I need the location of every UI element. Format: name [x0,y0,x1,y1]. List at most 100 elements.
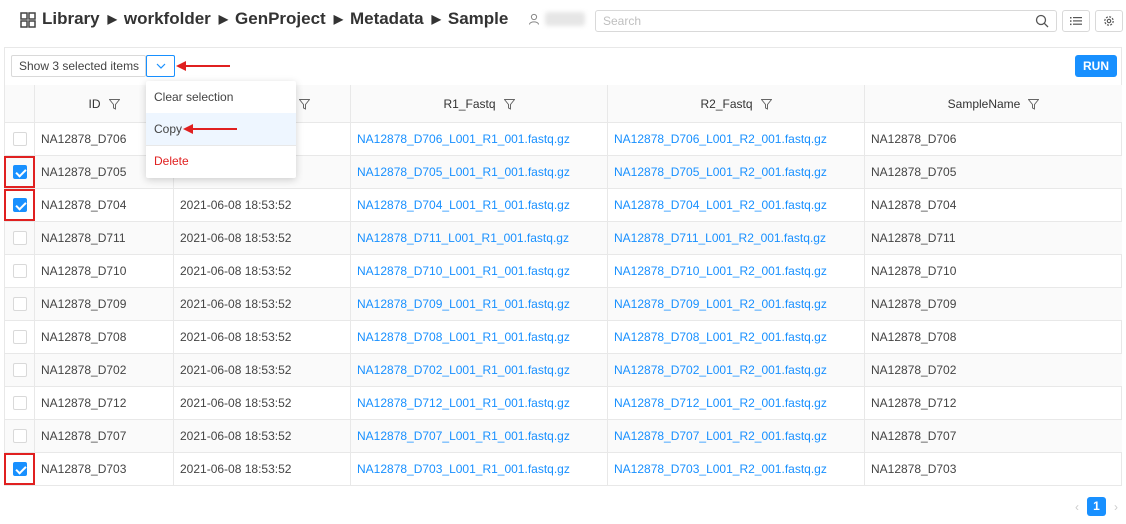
header-r1-fastq-label: R1_Fastq [443,97,496,111]
cell-r2-fastq[interactable]: NA12878_D709_L001_R2_001.fastq.gz [608,288,865,320]
row-select-cell [5,288,35,320]
breadcrumb: Library ▶ workfolder ▶ GenProject ▶ Meta… [42,9,508,29]
cell-created-date: 2021-06-08 18:53:52 [174,255,351,287]
cell-r1-fastq[interactable]: NA12878_D705_L001_R1_001.fastq.gz [351,156,608,188]
annotation-highlight-box [4,189,35,221]
annotation-arrow-icon [176,61,230,71]
row-checkbox[interactable] [13,363,27,377]
cell-r2-fastq[interactable]: NA12878_D704_L001_R2_001.fastq.gz [608,189,865,221]
row-checkbox[interactable] [13,429,27,443]
table-row[interactable]: NA12878_D712 2021-06-08 18:53:52 NA12878_D… [5,387,1122,420]
cell-r1-fastq[interactable]: NA12878_D708_L001_R1_001.fastq.gz [351,321,608,353]
cell-sample-name: NA12878_D711 [871,231,956,245]
cell-sample-name: NA12878_D705 [871,165,957,179]
search-icon[interactable] [1035,14,1049,28]
chevron-left-icon[interactable]: ‹ [1070,500,1084,514]
table-row[interactable]: NA12878_D707 2021-06-08 18:53:52 NA12878_D… [5,420,1122,453]
filter-icon[interactable] [503,98,515,110]
cell-sample-name: NA12878_D702 [871,363,957,377]
filter-icon[interactable] [1028,98,1040,110]
breadcrumb-metadata[interactable]: Metadata [350,9,424,29]
header-id-label: ID [88,97,101,111]
table-row[interactable]: NA12878_D702 2021-06-08 18:53:52 NA12878_D… [5,354,1122,387]
selection-dropdown-button[interactable] [146,55,175,77]
table-row[interactable]: NA12878_D708 2021-06-08 18:53:52 NA12878_D… [5,321,1122,354]
run-button[interactable]: RUN [1075,55,1117,77]
cell-r1-fastq[interactable]: NA12878_D707_L001_R1_001.fastq.gz [351,420,608,452]
row-select-cell [5,222,35,254]
cell-created-date: 2021-06-08 18:53:52 [174,222,351,254]
row-checkbox[interactable] [13,231,27,245]
list-view-button[interactable] [1062,10,1090,32]
menu-item-delete[interactable]: Delete [146,145,296,177]
table-row[interactable]: NA12878_D710 2021-06-08 18:53:52 NA12878_D… [5,255,1122,288]
table-row[interactable]: NA12878_D711 2021-06-08 18:53:52 NA12878_D… [5,222,1122,255]
settings-icon [1104,16,1114,26]
annotation-highlight-box [4,453,35,485]
chevron-right-icon[interactable]: › [1109,500,1123,514]
cell-created-date: 2021-06-08 18:53:52 [174,387,351,419]
cell-r1-fastq[interactable]: NA12878_D706_L001_R1_001.fastq.gz [351,123,608,155]
row-select-cell [5,123,35,155]
breadcrumb-genproject[interactable]: GenProject [235,9,326,29]
cell-r2-fastq[interactable]: NA12878_D707_L001_R2_001.fastq.gz [608,420,865,452]
cell-r2-fastq[interactable]: NA12878_D710_L001_R2_001.fastq.gz [608,255,865,287]
menu-item-clear-selection[interactable]: Clear selection [146,81,296,113]
cell-created-date: 2021-06-08 18:53:52 [174,321,351,353]
table-row[interactable]: NA12878_D703 2021-06-08 18:53:52 NA12878_D… [5,453,1122,486]
row-select-cell [5,321,35,353]
header: Library ▶ workfolder ▶ GenProject ▶ Meta… [0,0,1126,40]
row-checkbox[interactable] [13,132,27,146]
row-checkbox[interactable] [13,264,27,278]
cell-sample-name: NA12878_D703 [871,462,957,476]
header-r1-fastq: R1_Fastq [351,85,608,123]
filter-icon[interactable] [108,98,120,110]
cell-r1-fastq[interactable]: NA12878_D703_L001_R1_001.fastq.gz [351,453,608,485]
cell-r1-fastq[interactable]: NA12878_D704_L001_R1_001.fastq.gz [351,189,608,221]
table-row[interactable]: NA12878_D709 2021-06-08 18:53:52 NA12878_D… [5,288,1122,321]
row-checkbox[interactable] [13,330,27,344]
cell-r2-fastq[interactable]: NA12878_D706_L001_R2_001.fastq.gz [608,123,865,155]
filter-icon[interactable] [760,98,772,110]
cell-r2-fastq[interactable]: NA12878_D702_L001_R2_001.fastq.gz [608,354,865,386]
row-select-cell [5,387,35,419]
cell-r1-fastq[interactable]: NA12878_D712_L001_R1_001.fastq.gz [351,387,608,419]
annotation-arrow-icon [183,124,237,134]
row-checkbox[interactable] [13,297,27,311]
cell-r1-fastq[interactable]: NA12878_D711_L001_R1_001.fastq.gz [351,222,608,254]
search-box [595,10,1057,32]
cell-created-date: 2021-06-08 18:53:52 [174,354,351,386]
cell-r2-fastq[interactable]: NA12878_D705_L001_R2_001.fastq.gz [608,156,865,188]
chevron-down-icon [156,63,165,69]
page-current[interactable]: 1 [1087,497,1106,516]
table-row[interactable]: NA12878_D704 2021-06-08 18:53:52 NA12878_D… [5,189,1122,222]
library-grid-icon[interactable] [20,12,36,28]
cell-sample-name: NA12878_D709 [871,297,957,311]
cell-r2-fastq[interactable]: NA12878_D711_L001_R2_001.fastq.gz [608,222,865,254]
row-checkbox[interactable] [13,396,27,410]
cell-r2-fastq[interactable]: NA12878_D712_L001_R2_001.fastq.gz [608,387,865,419]
cell-id: NA12878_D707 [35,420,174,452]
cell-id: NA12878_D709 [35,288,174,320]
breadcrumb-library[interactable]: Library [42,9,100,29]
cell-r1-fastq[interactable]: NA12878_D702_L001_R1_001.fastq.gz [351,354,608,386]
breadcrumb-sample: Sample [447,9,509,28]
search-input[interactable] [596,11,1026,31]
cell-sample-name: NA12878_D708 [871,330,957,344]
row-select-cell [5,354,35,386]
cell-sample-name: NA12878_D710 [871,264,957,278]
filter-icon[interactable] [299,98,310,110]
selection-display[interactable]: Show 3 selected items [11,55,146,77]
cell-r1-fastq[interactable]: NA12878_D709_L001_R1_001.fastq.gz [351,288,608,320]
settings-button[interactable] [1095,10,1123,32]
cell-id: NA12878_D711 [35,222,174,254]
cell-id: NA12878_D708 [35,321,174,353]
breadcrumb-separator-icon: ▶ [218,12,229,26]
breadcrumb-workfolder[interactable]: workfolder [124,9,211,29]
cell-sample-name: NA12878_D706 [871,132,957,146]
cell-r1-fastq[interactable]: NA12878_D710_L001_R1_001.fastq.gz [351,255,608,287]
header-r2-fastq: R2_Fastq [608,85,865,123]
cell-r2-fastq[interactable]: NA12878_D703_L001_R2_001.fastq.gz [608,453,865,485]
cell-r2-fastq[interactable]: NA12878_D708_L001_R2_001.fastq.gz [608,321,865,353]
cell-created-date: 2021-06-08 18:53:52 [174,420,351,452]
